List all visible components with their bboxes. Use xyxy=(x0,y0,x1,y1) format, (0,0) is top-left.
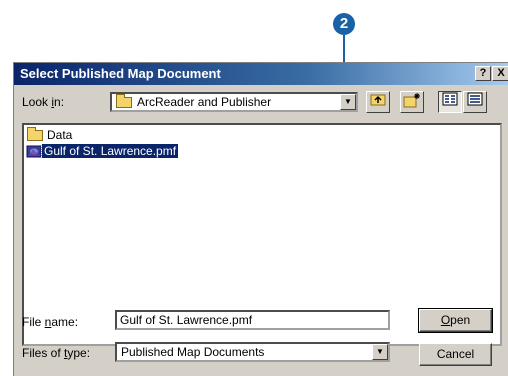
details-view-icon xyxy=(467,92,483,106)
folder-icon xyxy=(116,94,132,109)
dialog-titlebar: Select Published Map Document ? X xyxy=(14,63,508,85)
help-button[interactable]: ? xyxy=(475,66,491,81)
new-folder-icon xyxy=(403,93,420,108)
file-name-input[interactable] xyxy=(117,312,388,328)
look-in-label: Look in: xyxy=(22,95,65,109)
select-map-document-dialog: Select Published Map Document ? X Look i… xyxy=(13,62,508,376)
open-button[interactable]: Open xyxy=(418,308,493,333)
chevron-down-icon[interactable]: ▼ xyxy=(372,344,388,360)
folder-icon xyxy=(27,127,43,142)
callout-number-badge: 2 xyxy=(333,13,355,35)
list-view-icon xyxy=(442,92,458,106)
chevron-down-icon[interactable]: ▼ xyxy=(340,94,356,110)
list-view-button[interactable] xyxy=(438,91,462,113)
published-map-document-icon xyxy=(26,145,42,158)
list-item-folder[interactable]: Data xyxy=(26,127,74,143)
cancel-button[interactable]: Cancel xyxy=(419,343,492,366)
file-name-field[interactable] xyxy=(115,310,390,330)
dialog-title: Select Published Map Document xyxy=(20,66,221,81)
files-of-type-label: Files of type: xyxy=(22,346,91,360)
look-in-dropdown[interactable]: ArcReader and Publisher ▼ xyxy=(110,92,358,112)
look-in-value: ArcReader and Publisher xyxy=(137,95,272,109)
files-of-type-value: Published Map Documents xyxy=(121,345,265,359)
up-one-level-icon xyxy=(370,94,386,106)
file-name-label: File name: xyxy=(22,315,79,329)
files-of-type-dropdown[interactable]: Published Map Documents ▼ xyxy=(115,342,390,362)
new-folder-button[interactable] xyxy=(400,91,424,113)
details-view-button[interactable] xyxy=(463,91,487,113)
close-button[interactable]: X xyxy=(492,66,508,81)
list-item-map-document[interactable]: Gulf of St. Lawrence.pmf xyxy=(26,143,180,159)
up-one-level-button[interactable] xyxy=(366,91,390,113)
